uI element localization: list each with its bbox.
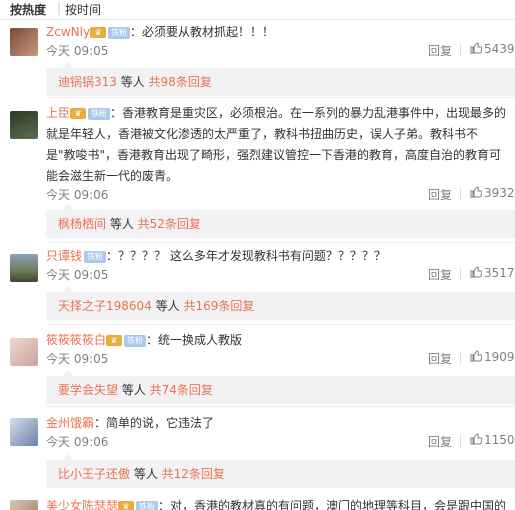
comment-text: ：香港教育是重灾区，必须根治。在一系列的暴力乱港事件中，出现最多的就是年轻人，香… bbox=[46, 106, 507, 183]
avatar[interactable] bbox=[10, 111, 38, 139]
reply-button[interactable]: 回复 bbox=[428, 350, 452, 367]
thumbs-up-icon bbox=[470, 42, 482, 54]
comment-divider bbox=[46, 97, 515, 98]
thumbs-up-icon bbox=[470, 350, 482, 362]
reply-summary[interactable]: 枫杨栖间 等人 共52条回复 bbox=[46, 204, 515, 238]
fan-badge: 铁粉 bbox=[136, 500, 159, 510]
avatar[interactable] bbox=[10, 338, 38, 366]
like-count: 1909 bbox=[484, 350, 515, 364]
fan-badge: 铁粉 bbox=[84, 250, 107, 263]
like-button[interactable]: 1909 bbox=[470, 350, 515, 364]
reply-summary-count[interactable]: 共12条回复 bbox=[162, 467, 225, 481]
sort-separator: | bbox=[57, 1, 62, 15]
like-count: 3517 bbox=[484, 266, 515, 280]
reply-summary-user[interactable]: 枫杨栖间 bbox=[58, 217, 106, 231]
reply-button[interactable]: 回复 bbox=[428, 42, 452, 59]
comment-item: 上臣 ♛ 铁粉 ：香港教育是重灾区，必须根治。在一系列的暴力乱港事件中，出现最多的就是… bbox=[0, 103, 515, 240]
thumbs-up-icon bbox=[470, 433, 482, 445]
comment-username[interactable]: 美少女陈瑟瑟 bbox=[46, 499, 118, 510]
avatar[interactable] bbox=[10, 418, 38, 446]
reply-summary-mid: 等人 bbox=[116, 75, 149, 89]
comment-text: ：简单的说，它违法了 bbox=[94, 416, 215, 430]
like-button[interactable]: 1150 bbox=[470, 433, 515, 447]
reply-summary-mid: 等人 bbox=[118, 383, 150, 397]
like-button[interactable]: 5439 bbox=[470, 42, 515, 56]
reply-summary-mid: 等人 bbox=[106, 217, 138, 231]
comment-divider bbox=[46, 406, 515, 407]
comment-text: ：对，香港的教材真的有问题，澳门的地理等科目，会是跟中国的 bbox=[158, 499, 507, 510]
vip-icon: ♛ bbox=[70, 108, 87, 119]
reply-summary-count[interactable]: 共52条回复 bbox=[138, 217, 201, 231]
reply-summary-count[interactable]: 共98条回复 bbox=[149, 75, 212, 89]
like-divider bbox=[460, 188, 461, 200]
comment-text: ：？？？？ 这么多年才发现教科书有问题？？？？？ bbox=[106, 249, 386, 263]
reply-summary-user[interactable]: 天择之子198604 bbox=[58, 299, 152, 313]
comment-text: ：必须要从教材抓起！！！ bbox=[130, 25, 275, 39]
reply-summary[interactable]: 天择之子198604 等人 共169条回复 bbox=[46, 286, 515, 320]
reply-summary[interactable]: 迪锅锅313 等人 共98条回复 bbox=[46, 62, 515, 96]
reply-summary-user[interactable]: 迪锅锅313 bbox=[58, 75, 117, 89]
comment-username[interactable]: 筱筱筱筱白 bbox=[46, 333, 106, 347]
vip-icon: ♛ bbox=[118, 501, 135, 510]
fan-badge: 铁粉 bbox=[88, 107, 111, 120]
reply-summary[interactable]: 要学会失望 等人 共74条回复 bbox=[46, 370, 515, 404]
comment-time: 今天 09:05 bbox=[46, 352, 109, 366]
reply-button[interactable]: 回复 bbox=[428, 186, 452, 203]
comment-username[interactable]: 金州饿霸 bbox=[46, 416, 94, 430]
reply-summary-user[interactable]: 要学会失望 bbox=[58, 383, 118, 397]
reply-summary-count[interactable]: 共169条回复 bbox=[183, 299, 254, 313]
comment-item: 只谭钱 铁粉：？？？？ 这么多年才发现教科书有问题？？？？？ 今天 09:05 回… bbox=[0, 246, 515, 322]
like-count: 1150 bbox=[484, 433, 515, 447]
fan-badge: 铁粉 bbox=[124, 334, 147, 347]
comment-item: 筱筱筱筱白 ♛ 铁粉 ：统一换成人教版 今天 09:05 回复 1909 要学会失望 … bbox=[0, 330, 515, 406]
comment-text: ：统一换成人教版 bbox=[146, 333, 243, 347]
like-count: 5439 bbox=[484, 42, 515, 56]
reply-summary[interactable]: 比小王子还傲 等人 共12条回复 bbox=[46, 454, 515, 488]
comment-username[interactable]: 上臣 bbox=[46, 106, 70, 120]
comment-item: 金州饿霸：简单的说，它违法了 今天 09:06 回复 1150 比小王子还傲 等… bbox=[0, 410, 515, 488]
like-divider bbox=[460, 435, 461, 447]
sort-by-hot[interactable]: 按热度 bbox=[10, 1, 46, 18]
comment-item: 美少女陈瑟瑟 ♛ 铁粉 ：对，香港的教材真的有问题，澳门的地理等科目，会是跟中国的 bbox=[0, 494, 515, 510]
vip-icon: ♛ bbox=[106, 335, 123, 346]
reply-summary-count[interactable]: 共74条回复 bbox=[150, 383, 213, 397]
vip-icon: ♛ bbox=[90, 27, 107, 38]
like-count: 3932 bbox=[484, 186, 515, 200]
comment-item: ZcwNly ♛ 铁粉 ：必须要从教材抓起！！！ 今天 09:05 回复 5439 迪… bbox=[0, 20, 515, 98]
like-divider bbox=[460, 352, 461, 364]
like-button[interactable]: 3517 bbox=[470, 266, 515, 280]
thumbs-up-icon bbox=[470, 266, 482, 278]
comment-time: 今天 09:06 bbox=[46, 435, 109, 449]
like-divider bbox=[460, 268, 461, 280]
sort-by-time[interactable]: 按时间 bbox=[65, 1, 101, 18]
comment-time: 今天 09:06 bbox=[46, 188, 109, 202]
comment-divider bbox=[46, 242, 515, 243]
like-divider bbox=[460, 44, 461, 56]
reply-button[interactable]: 回复 bbox=[428, 433, 452, 450]
comment-divider bbox=[46, 324, 515, 325]
like-button[interactable]: 3932 bbox=[470, 186, 515, 200]
avatar[interactable] bbox=[10, 28, 38, 56]
thumbs-up-icon bbox=[470, 186, 482, 198]
comment-username[interactable]: ZcwNly bbox=[46, 25, 90, 39]
avatar[interactable] bbox=[10, 500, 38, 510]
avatar[interactable] bbox=[10, 254, 38, 282]
comment-time: 今天 09:05 bbox=[46, 268, 109, 282]
reply-button[interactable]: 回复 bbox=[428, 266, 452, 283]
comment-username[interactable]: 只谭钱 bbox=[46, 249, 82, 263]
reply-summary-user[interactable]: 比小王子还傲 bbox=[58, 467, 130, 481]
comment-time: 今天 09:05 bbox=[46, 44, 109, 58]
reply-summary-mid: 等人 bbox=[130, 467, 162, 481]
sort-bar: 按热度 | 按时间 bbox=[0, 0, 515, 20]
fan-badge: 铁粉 bbox=[108, 26, 131, 39]
reply-summary-mid: 等人 bbox=[151, 299, 184, 313]
